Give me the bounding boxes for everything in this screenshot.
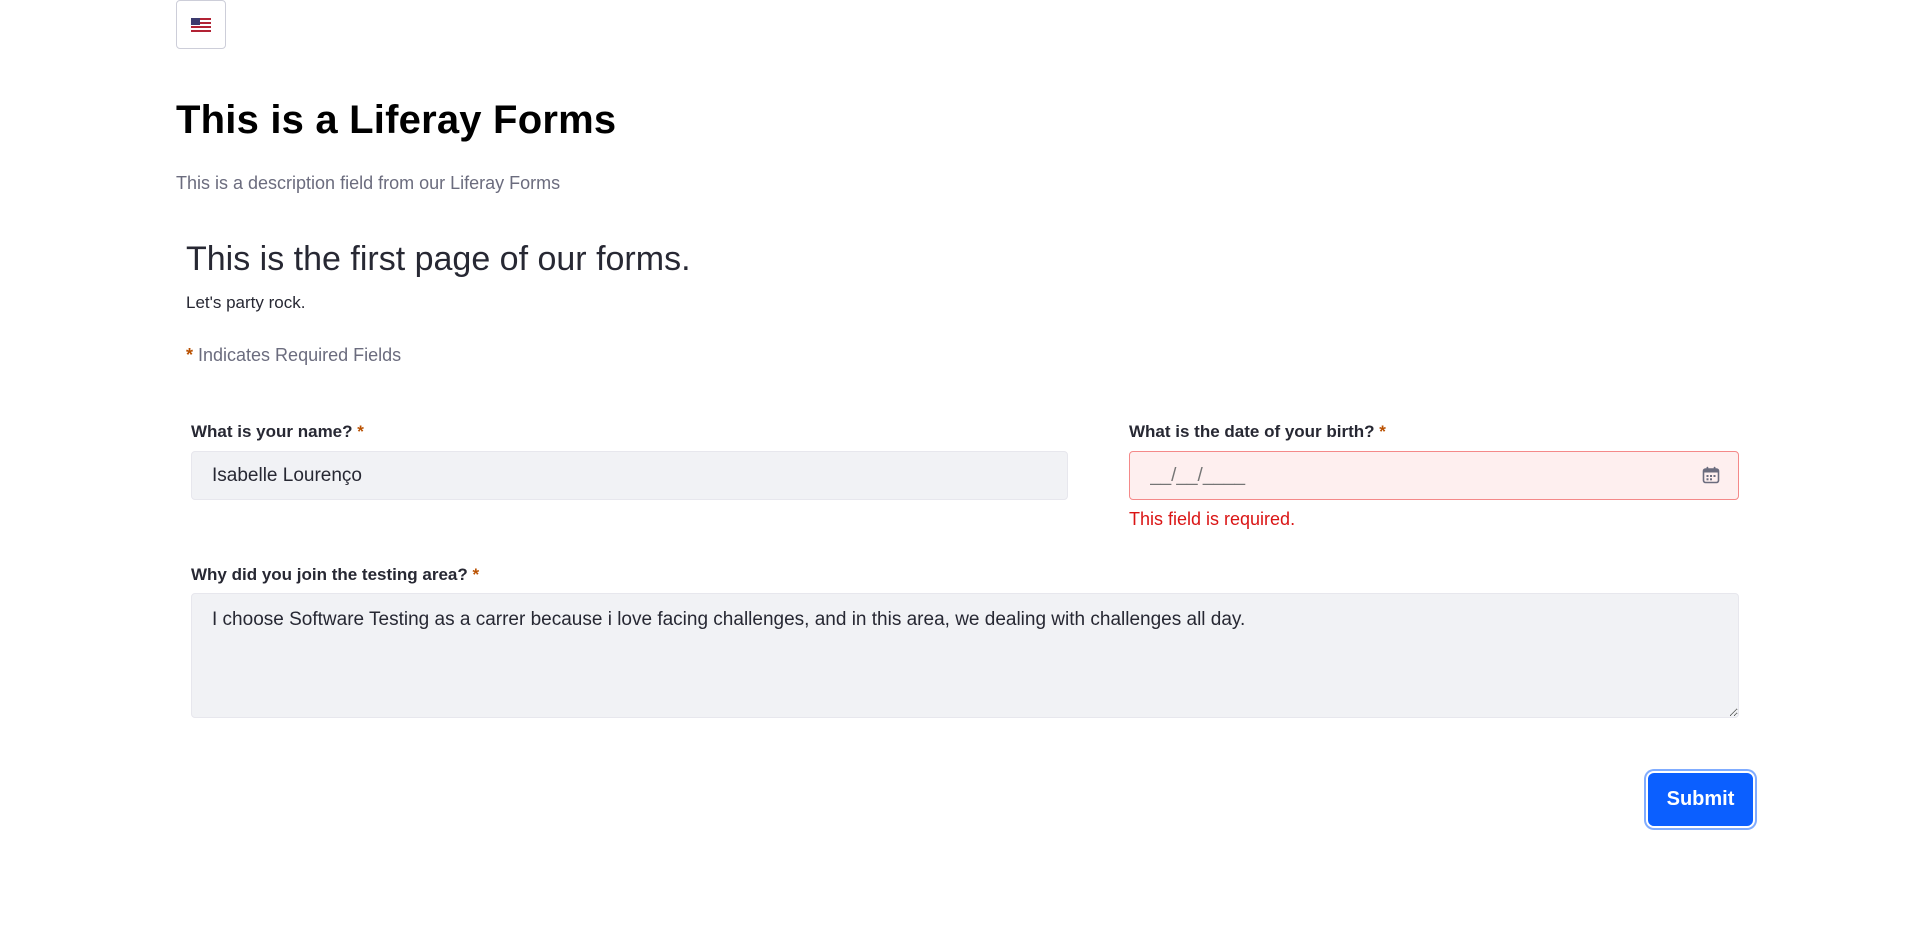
language-selector-button[interactable]	[176, 0, 226, 49]
name-field-label: What is your name? *	[191, 422, 364, 442]
birth-date-field	[1129, 451, 1739, 500]
why-label-text: Why did you join the testing area?	[191, 565, 468, 584]
birth-date-input[interactable]	[1130, 452, 1690, 499]
form-description: This is a description field from our Lif…	[176, 173, 561, 193]
required-note-text: Indicates Required Fields	[193, 345, 402, 365]
required-fields-note: * Indicates Required Fields	[186, 345, 401, 366]
birth-label-text: What is the date of your birth?	[1129, 422, 1375, 441]
us-flag-icon	[191, 17, 211, 32]
name-required-asterisk: *	[357, 422, 364, 441]
name-label-text: What is your name?	[191, 422, 353, 441]
calendar-icon[interactable]	[1702, 466, 1720, 484]
why-required-asterisk: *	[472, 565, 480, 584]
birth-date-error-message: This field is required.	[1129, 509, 1296, 529]
birth-required-asterisk: *	[1379, 422, 1386, 441]
required-asterisk: *	[186, 345, 194, 365]
birth-date-field-label: What is the date of your birth? *	[1129, 422, 1386, 442]
submit-button[interactable]: Submit	[1648, 773, 1753, 826]
form-title: This is a Liferay Forms	[176, 98, 617, 142]
page-title: This is the first page of our forms.	[186, 240, 691, 278]
why-field-label: Why did you join the testing area? *	[191, 565, 479, 585]
form-page: This is a Liferay Forms This is a descri…	[0, 0, 1920, 938]
name-input[interactable]	[191, 451, 1068, 500]
page-description: Let's party rock.	[186, 293, 306, 312]
why-textarea[interactable]: I choose Software Testing as a carrer be…	[191, 593, 1739, 718]
